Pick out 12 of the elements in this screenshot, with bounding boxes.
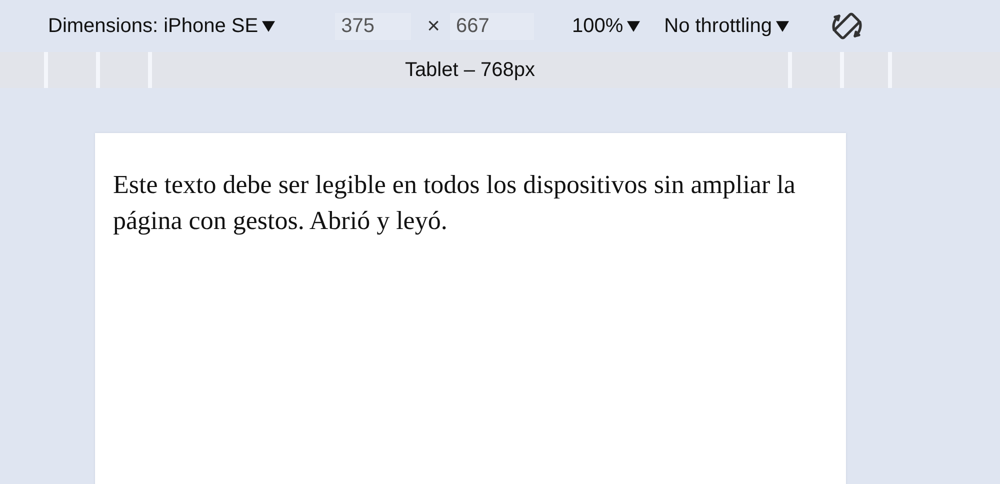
times-sign: × xyxy=(427,13,440,39)
width-field[interactable]: 375 xyxy=(335,12,412,40)
caret-icon xyxy=(776,20,789,32)
body-text: Este texto debe ser legible en todos los dispositivos sin ampliar la página con gestos. Abrió y leyó. xyxy=(112,169,796,237)
ruler-segment[interactable]: Tablet – 768px xyxy=(152,52,788,88)
height-field[interactable]: 667 xyxy=(450,12,534,40)
throttling-dropdown[interactable]: No throttling xyxy=(664,12,789,40)
breakpoint-label: Tablet – 768px xyxy=(404,58,536,82)
device-dropdown[interactable]: Dimensions: iPhone SE xyxy=(48,12,276,40)
caret-icon xyxy=(262,20,276,32)
zoom-dropdown[interactable]: 100% xyxy=(572,12,640,40)
caret-icon xyxy=(627,20,640,32)
